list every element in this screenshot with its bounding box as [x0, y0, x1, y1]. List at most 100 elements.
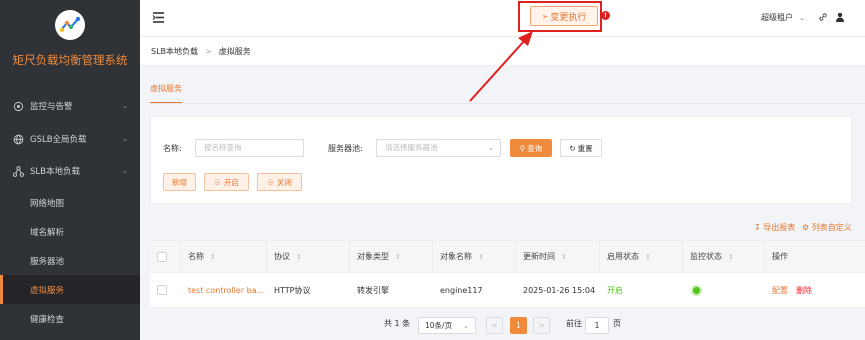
chevron-right-icon: > — [538, 321, 545, 330]
row-select-cell — [150, 273, 181, 307]
cell-enabled-status: 开启 — [607, 285, 623, 295]
next-page-button[interactable]: > — [533, 317, 550, 334]
sidebar-item-server-pool[interactable]: 服务器池 — [0, 246, 140, 275]
status-ok-icon — [693, 286, 700, 294]
globe-icon — [12, 133, 24, 145]
circle-stop-icon: ☉ — [267, 177, 274, 187]
chevron-left-icon: < — [491, 321, 498, 330]
column-header-name[interactable]: 名称 ⇕ — [181, 241, 267, 272]
enable-button[interactable]: ☉ 开启 — [204, 173, 249, 191]
column-header-monitor[interactable]: 监控状态 ⇕ — [683, 241, 765, 272]
name-filter-label: 名称: — [163, 144, 182, 153]
sidebar-item-label: 虚拟服务 — [30, 285, 65, 296]
link-icon[interactable] — [818, 12, 828, 22]
tab-divider — [150, 103, 865, 104]
prev-page-button[interactable]: < — [486, 317, 503, 334]
sort-icon[interactable]: ⇕ — [645, 253, 650, 261]
sidebar-item-label: 服务器池 — [30, 256, 65, 267]
top-bar: ➢ 变更执行 ! 超级租户 ⌄ — [140, 0, 865, 36]
column-header-protocol[interactable]: 协议 ⇕ — [267, 241, 350, 272]
disable-button[interactable]: ☉ 关闭 — [257, 173, 302, 191]
app-logo-icon — [55, 10, 85, 40]
sort-icon[interactable]: ⇕ — [728, 253, 733, 261]
sidebar-group-slb[interactable]: SLB本地负载 ⌄ — [0, 157, 140, 185]
sort-icon[interactable]: ⇕ — [210, 253, 215, 261]
column-header-enabled[interactable]: 启用状态 ⇕ — [600, 241, 683, 272]
target-icon — [12, 100, 24, 112]
change-execute-button[interactable]: ➢ 变更执行 — [530, 6, 598, 26]
chevron-down-icon: ⌄ — [799, 14, 805, 22]
sidebar-group-label: SLB本地负载 — [30, 167, 80, 177]
user-icon[interactable] — [835, 12, 845, 22]
configure-link[interactable]: 配置 — [772, 285, 788, 296]
user-menu[interactable]: 超级租户 ⌄ — [761, 12, 805, 23]
breadcrumb-item-current: 虚拟服务 — [218, 46, 251, 56]
user-name: 超级租户 — [761, 13, 793, 22]
sort-icon[interactable]: ⇕ — [296, 253, 301, 261]
pool-select-placeholder: 请选择服务器池 — [385, 143, 438, 152]
select-all-cell — [150, 241, 181, 272]
sidebar-group-label: 监控与告警 — [30, 102, 73, 112]
disable-button-label: 关闭 — [276, 177, 292, 187]
pagination-total: 共 1 条 — [384, 319, 411, 328]
export-report-label: 导出报表 — [763, 223, 796, 232]
alert-badge-icon[interactable]: ! — [601, 11, 610, 20]
column-header-object-name[interactable]: 对象名称 ⇕ — [433, 241, 516, 272]
app-title: 矩尺负载均衡管理系统 — [12, 53, 128, 67]
chevron-down-icon: ⌄ — [122, 135, 128, 143]
name-search-input[interactable]: 按名称查询 — [195, 139, 304, 157]
select-all-checkbox[interactable] — [157, 251, 167, 262]
breadcrumb-separator-icon: > — [205, 46, 212, 56]
customize-columns-label: 列表自定义 — [811, 223, 852, 232]
column-header-updated[interactable]: 更新时间 ⇕ — [516, 241, 600, 272]
nodes-icon — [12, 165, 24, 177]
chevron-down-icon: ⌄ — [463, 321, 469, 330]
add-button[interactable]: 新增 — [163, 173, 196, 191]
sidebar-group-label: GSLB全局负载 — [30, 135, 87, 145]
sidebar-group-gslb[interactable]: GSLB全局负载 ⌄ — [0, 125, 140, 153]
page-number-button[interactable]: 1 — [510, 317, 527, 334]
page-size-select[interactable]: 10条/页 ⌄ — [418, 317, 476, 334]
cell-name[interactable]: test controller ba... — [181, 273, 267, 307]
cell-actions: 配置 删除 — [765, 273, 865, 307]
reset-button[interactable]: ↻ 重置 — [560, 139, 602, 157]
sidebar-item-dns[interactable]: 域名解析 — [0, 217, 140, 246]
sidebar-group-monitoring[interactable]: 监控与告警 ⌄ — [0, 92, 140, 120]
query-button[interactable]: ⚲ 查询 — [510, 139, 552, 157]
breadcrumb-item[interactable]: SLB本地负载 — [151, 46, 198, 57]
sort-icon[interactable]: ⇕ — [561, 253, 566, 261]
pool-select[interactable]: 请选择服务器池 ⌄ — [376, 139, 501, 157]
chevron-down-icon: ⌄ — [122, 102, 128, 110]
breadcrumb: SLB本地负载 > 虚拟服务 — [140, 36, 865, 66]
customize-columns-link[interactable]: ⚙ 列表自定义 — [802, 222, 852, 233]
goto-page-input[interactable]: 1 — [585, 317, 609, 334]
sidebar-item-label: 健康检查 — [30, 314, 65, 325]
delete-link[interactable]: 删除 — [796, 285, 812, 296]
tab-virtual-service[interactable]: 虚拟服务 — [150, 83, 182, 104]
cell-updated: 2025-01-26 15:04 — [523, 285, 596, 295]
column-header-actions: 操作 — [772, 252, 788, 261]
menu-fold-icon[interactable] — [152, 11, 165, 24]
table-row: test controller ba... HTTP协议 转发引擎 engine… — [150, 273, 865, 308]
settings-icon: ⚙ — [802, 223, 810, 232]
add-button-label: 新增 — [172, 177, 187, 187]
sidebar-item-network-map[interactable]: 网络地图 — [0, 188, 140, 217]
sort-icon[interactable]: ⇕ — [395, 253, 400, 261]
sort-icon[interactable]: ⇕ — [478, 253, 483, 261]
enable-button-label: 开启 — [223, 177, 239, 187]
change-execute-label: 变更执行 — [550, 12, 587, 23]
row-checkbox[interactable] — [157, 285, 167, 295]
reset-button-label: 重置 — [577, 143, 593, 153]
sidebar-item-health-check[interactable]: 健康检查 — [0, 304, 140, 333]
sidebar: 矩尺负载均衡管理系统 监控与告警 ⌄ GSLB全局负载 ⌄ SLB本地负载 ⌄ … — [0, 0, 140, 340]
send-icon: ➢ — [541, 11, 549, 21]
chevron-up-icon: ⌄ — [122, 169, 128, 177]
goto-suffix: 页 — [613, 319, 621, 328]
sidebar-item-virtual-service[interactable]: 虚拟服务 — [0, 275, 140, 304]
sidebar-item-label: 域名解析 — [30, 227, 65, 238]
pool-filter-label: 服务器池: — [328, 144, 363, 153]
search-icon: ⚲ — [519, 143, 526, 153]
goto-label: 前往 — [566, 319, 582, 328]
column-header-object-type[interactable]: 对象类型 ⇕ — [350, 241, 433, 272]
export-report-link[interactable]: ↧ 导出报表 — [754, 222, 795, 233]
